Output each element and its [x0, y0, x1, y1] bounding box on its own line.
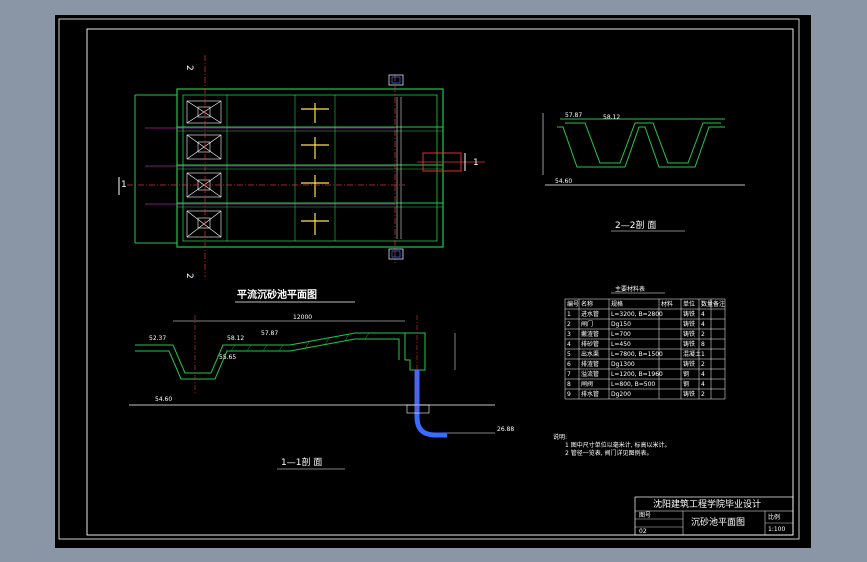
plan-section-mark-top: 2 — [184, 65, 194, 71]
table-cell: 铸铁 — [683, 340, 695, 348]
table-cell: L=1200, B=1960 — [611, 371, 663, 378]
section-2-2: 57.87 58.12 54.60 2—2剖 面 — [542, 112, 745, 232]
title-block-drawing-name: 沉砂池平面图 — [691, 516, 745, 528]
section-1-1: 12000 52.37 58.12 57.87 55.65 54.60 26.8… — [129, 314, 514, 470]
table-cell: L=800, B=500 — [611, 381, 655, 388]
table-cell: 4 — [701, 381, 705, 388]
table-cell: 3 — [567, 331, 571, 338]
section-1-1-elev-6: 26.88 — [497, 426, 514, 433]
section-1-1-title: 1—1剖 面 — [281, 456, 322, 468]
materials-table: 主要材料表 编号 名称 规格 材料 单位 数量 备注 1 进水管 L=3200, B=2800 铸铁… — [564, 285, 726, 400]
table-cell: 4 — [701, 311, 705, 318]
cad-viewport[interactable]: 1 1 2 2 平流沉砂池平面图 57.87 58.12 54.60 2—2剖 … — [55, 15, 811, 548]
section-1-1-elev-4: 55.65 — [219, 354, 236, 361]
table-cell: 铸铁 — [683, 330, 695, 338]
table-cell: 排水管 — [581, 390, 599, 398]
table-cell: 铸铁 — [683, 320, 695, 328]
section-1-1-elev-5: 54.60 — [155, 396, 172, 403]
table-cell: 闸阀 — [581, 380, 593, 388]
title-block-scale-value: 1:100 — [768, 526, 785, 533]
table-cell: 4 — [701, 321, 705, 328]
table-cell: L=3200, B=2800 — [611, 311, 663, 318]
table-cell: L=450 — [611, 341, 631, 348]
outer-frame — [58, 18, 800, 540]
section-1-1-elev-2: 58.12 — [227, 335, 244, 342]
table-cell: 钢 — [683, 370, 689, 378]
title-block-sheet-value: 02 — [639, 528, 647, 535]
table-cell: 7 — [567, 371, 571, 378]
table-cell: 2 — [567, 321, 571, 328]
table-cell: 2 — [701, 331, 705, 338]
table-cell: 9 — [567, 391, 571, 398]
table-cell: Dg150 — [611, 321, 631, 328]
table-cell: 进水管 — [581, 310, 599, 318]
table-cell: 4 — [567, 341, 571, 348]
plan-section-mark-bottom: 2 — [184, 273, 194, 279]
table-cell: L=7800, B=1500 — [611, 351, 663, 358]
materials-table-title: 主要材料表 — [615, 285, 645, 293]
table-cell: 溢流管 — [581, 370, 599, 378]
table-cell: 闸门 — [581, 320, 593, 328]
section-1-1-length: 12000 — [293, 314, 312, 321]
table-cell: 铸铁 — [683, 310, 695, 318]
table-cell: 4 — [701, 371, 705, 378]
section-1-1-elev-3: 57.87 — [261, 330, 278, 337]
notes-heading: 说明: — [553, 433, 567, 441]
title-block-institution: 沈阳建筑工程学院毕业设计 — [653, 498, 761, 510]
table-cell: 铸铁 — [683, 360, 695, 368]
title-block-drawing-no-label: 图号 — [639, 512, 651, 519]
title-block-scale-label: 比例 — [768, 513, 780, 521]
table-header-cell: 材料 — [661, 300, 673, 308]
plan-view-title: 平流沉砂池平面图 — [237, 288, 317, 301]
table-cell: 8 — [701, 341, 705, 348]
plan-section-mark-left: 1 — [121, 180, 127, 190]
table-cell: 钢 — [683, 380, 689, 388]
table-header-cell: 备注 — [713, 300, 725, 308]
section-1-1-elev-1: 52.37 — [149, 335, 166, 342]
table-cell: Dg200 — [611, 391, 631, 398]
section-2-2-title: 2—2剖 面 — [615, 219, 656, 231]
table-cell: 2 — [701, 391, 705, 398]
table-cell: Dg1300 — [611, 361, 635, 368]
table-header-cell: 数量 — [701, 300, 713, 308]
title-block: 沈阳建筑工程学院毕业设计 沉砂池平面图 比例 1:100 图号 02 — [634, 496, 794, 536]
table-cell: 6 — [567, 361, 571, 368]
table-cell: L=700 — [611, 331, 631, 338]
table-header-cell: 名称 — [581, 300, 593, 308]
notes-line-1: 1 图中尺寸单位以毫米计, 标高以米计。 — [565, 441, 671, 449]
section-2-2-elev-2: 58.12 — [603, 114, 620, 121]
table-cell: 8 — [567, 381, 571, 388]
table-cell: 铸铁 — [683, 390, 695, 398]
section-2-2-elev-1: 57.87 — [565, 112, 582, 119]
table-cell: 撇渣管 — [581, 330, 599, 338]
table-cell: 混凝土 — [683, 350, 701, 358]
table-cell: 2 — [701, 361, 705, 368]
plan-section-mark-right: 1 — [473, 158, 479, 168]
notes: 说明: 1 图中尺寸单位以毫米计, 标高以米计。 2 管径一览表, 阀门详见图例… — [553, 433, 671, 457]
cad-drawing: 1 1 2 2 平流沉砂池平面图 57.87 58.12 54.60 2—2剖 … — [58, 18, 800, 540]
section-2-2-elev-3: 54.60 — [555, 178, 572, 185]
table-cell: 出水渠 — [581, 350, 599, 358]
table-header-cell: 单位 — [683, 300, 695, 308]
table-cell: 1 — [567, 311, 571, 318]
table-cell: 排渣管 — [581, 360, 599, 368]
table-cell: 5 — [567, 351, 571, 358]
table-header-cell: 规格 — [611, 300, 623, 308]
table-header-cell: 编号 — [567, 300, 579, 308]
notes-line-2: 2 管径一览表, 阀门详见图例表。 — [565, 449, 653, 457]
table-cell: 1 — [701, 351, 705, 358]
plan-view: 1 1 2 2 平流沉砂池平面图 — [118, 55, 485, 303]
table-cell: 排砂管 — [581, 340, 599, 348]
